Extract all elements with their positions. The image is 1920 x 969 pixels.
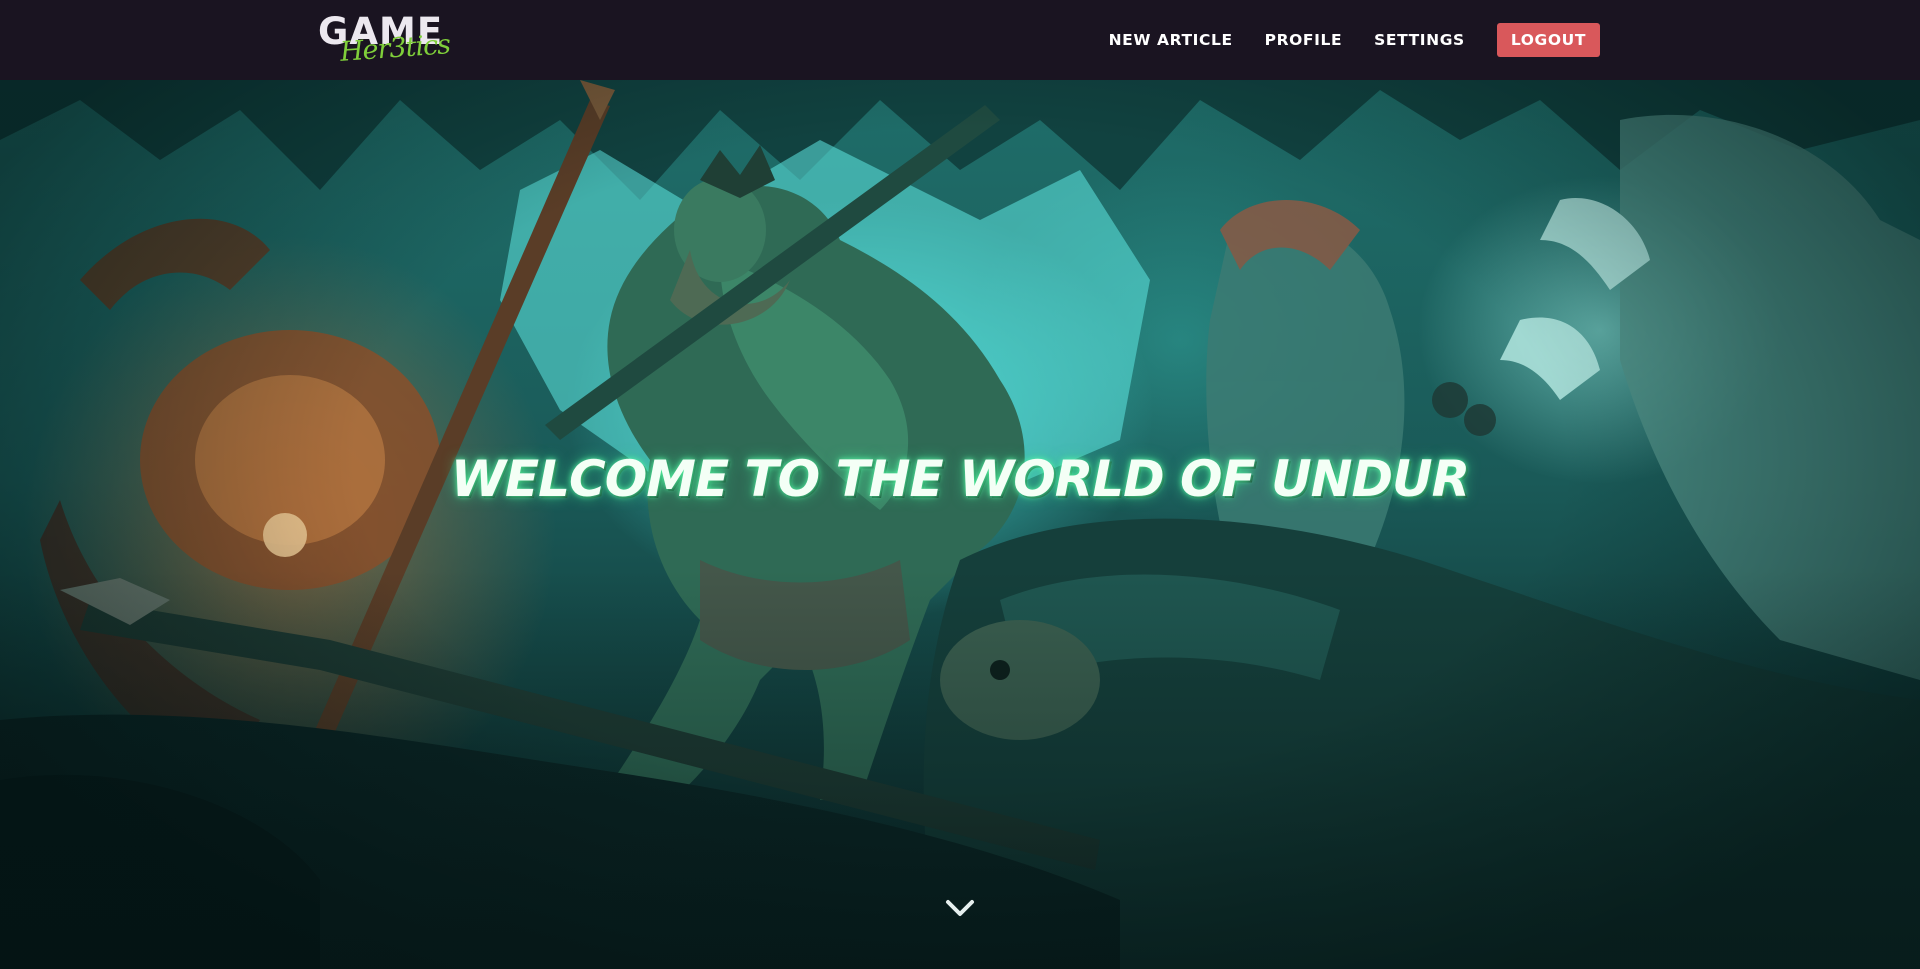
nav-profile-link[interactable]: PROFILE: [1265, 23, 1343, 57]
logo-text-heretics: Her3tics: [339, 29, 451, 68]
nav-menu: NEW ARTICLE PROFILE SETTINGS LOGOUT: [1077, 23, 1600, 57]
hero-illustration: [0, 80, 1920, 969]
hero-banner: WELCOME TO THE WORLD OF UNDUR: [0, 80, 1920, 969]
navbar: GAME Her3tics NEW ARTICLE PROFILE SETTIN…: [0, 0, 1920, 80]
hero-title: WELCOME TO THE WORLD OF UNDUR: [450, 450, 1470, 508]
logout-button[interactable]: LOGOUT: [1496, 23, 1600, 57]
site-logo[interactable]: GAME Her3tics: [318, 12, 452, 68]
nav-settings-link[interactable]: SETTINGS: [1374, 23, 1465, 57]
nav-new-article-link[interactable]: NEW ARTICLE: [1109, 23, 1233, 57]
chevron-down-icon[interactable]: [944, 896, 976, 920]
